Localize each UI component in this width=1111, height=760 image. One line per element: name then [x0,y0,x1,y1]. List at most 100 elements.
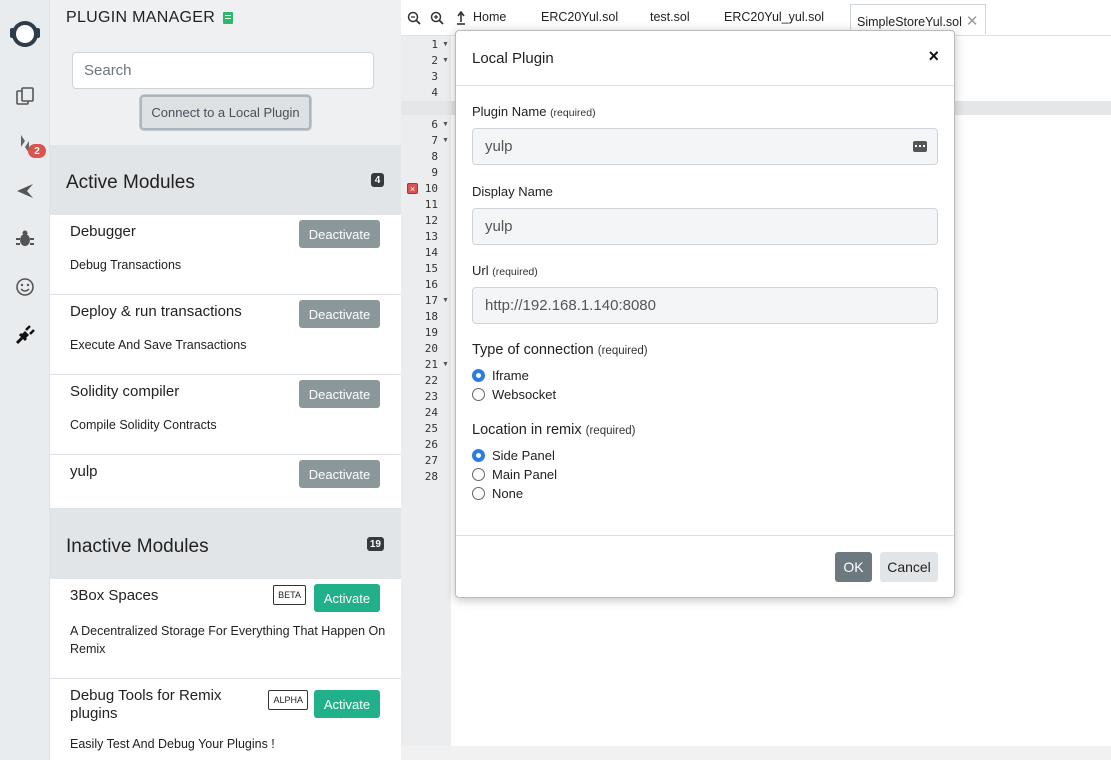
module-description: Easily Test And Debug Your Plugins ! [70,737,275,751]
close-tab-icon[interactable]: ✕ [966,13,979,30]
panel-header: PLUGIN MANAGER [66,9,234,27]
icon-bar: 2 [0,0,50,760]
dialog-title: Local Plugin [472,50,554,67]
radio-iframe[interactable]: Iframe [472,368,529,383]
display-name-label: Display Name [472,184,553,199]
plugin-icon[interactable] [0,315,50,355]
url-field[interactable]: http://192.168.1.140:8080 [472,287,938,324]
field-value: http://192.168.1.140:8080 [485,297,656,314]
display-name-field[interactable]: yulp [472,208,938,245]
radio-button[interactable] [472,369,485,382]
dialog-footer-divider [456,535,954,536]
module-name: yulp [70,463,98,480]
radio-button[interactable] [472,468,485,481]
required-note: (required) [597,345,648,357]
active-modules-header[interactable]: Active Modules 4 [50,145,401,215]
fold-arrow-icon[interactable]: ▼ [442,57,449,64]
fold-arrow-icon[interactable]: ▼ [442,297,449,304]
activate-button[interactable]: Activate [314,690,380,718]
home-icon[interactable] [454,11,468,25]
deactivate-button[interactable]: Deactivate [299,460,380,488]
deactivate-button[interactable]: Deactivate [299,380,380,408]
editor-gutter: 1▼2▼3456▼7▼8910×11121314151617▼18192021▼… [401,36,451,746]
line-number: 16 [424,278,438,291]
label-text: Type of connection [472,342,594,358]
radio-side-panel[interactable]: Side Panel [472,448,555,463]
module-description: A Decentralized Storage For Everything T… [70,624,386,656]
radio-button[interactable] [472,487,485,500]
plugin-manager-panel: PLUGIN MANAGER Connect to a Local Plugin… [50,0,401,760]
module-description: Debug Transactions [70,258,182,272]
debugger-icon[interactable] [0,219,50,259]
module-name: Debugger [70,223,136,240]
dialog-header: Local Plugin × [456,31,954,86]
module-solidity-compiler: Solidity compiler Deactivate Compile Sol… [50,375,401,455]
cancel-button[interactable]: Cancel [880,552,938,582]
solidity-compiler-icon[interactable]: 2 [0,124,50,164]
tab-test[interactable]: test.sol [650,10,690,24]
required-note: (required) [492,266,538,278]
file-explorer-icon[interactable] [0,76,50,116]
radio-label: Side Panel [492,448,555,463]
label-text: Url [472,263,489,278]
module-3box-spaces: 3Box Spaces BETA Activate A Decentralize… [50,579,401,679]
tab-home[interactable]: Home [473,10,506,24]
fold-arrow-icon[interactable]: ▼ [442,41,449,48]
required-note: (required) [550,107,596,119]
module-name: Debug Tools for Remix plugins [70,687,222,722]
smiley-icon[interactable] [0,267,50,307]
plugin-name-label: Plugin Name (required) [472,104,596,119]
line-number: 21 [424,358,438,371]
radio-button[interactable] [472,449,485,462]
line-number: 6 [431,118,438,131]
zoom-out-icon[interactable] [407,11,421,25]
radio-button[interactable] [472,388,485,401]
fold-arrow-icon[interactable]: ▼ [442,137,449,144]
connect-local-plugin-button[interactable]: Connect to a Local Plugin [140,95,311,130]
line-number: 2 [431,54,438,67]
line-number: 18 [424,310,438,323]
tab-erc20yul[interactable]: ERC20Yul.sol [541,10,618,24]
line-number: 26 [424,438,438,451]
module-name: Deploy & run transactions [70,303,242,320]
plugin-name-field[interactable]: yulp [472,128,938,165]
line-number: 23 [424,390,438,403]
line-number: 22 [424,374,438,387]
autofill-icon[interactable] [913,141,927,152]
line-number: 12 [424,214,438,227]
line-number: 8 [431,150,438,163]
line-number: 17 [424,294,438,307]
radio-main-panel[interactable]: Main Panel [472,467,557,482]
error-marker-icon[interactable]: × [407,183,418,194]
remix-logo-icon[interactable] [0,14,50,54]
line-number: 28 [424,470,438,483]
radio-websocket[interactable]: Websocket [472,387,556,402]
ok-button[interactable]: OK [835,552,872,582]
line-number: 13 [424,230,438,243]
fold-arrow-icon[interactable]: ▼ [442,121,449,128]
location-label: Location in remix (required) [472,422,636,438]
module-debug-tools: Debug Tools for Remix plugins ALPHA Acti… [50,679,401,760]
deploy-icon[interactable] [0,171,50,211]
line-number: 15 [424,262,438,275]
line-number: 24 [424,406,438,419]
close-icon[interactable]: × [928,46,939,67]
inactive-modules-header[interactable]: Inactive Modules 19 [50,509,401,579]
search-input[interactable] [72,52,374,89]
documentation-icon[interactable] [223,12,234,24]
fold-arrow-icon[interactable]: ▼ [442,361,449,368]
zoom-in-icon[interactable] [430,11,444,25]
url-label: Url (required) [472,263,538,278]
field-value: yulp [485,138,513,155]
radio-label: Iframe [492,368,529,383]
module-name: 3Box Spaces [70,587,159,604]
line-number: 25 [424,422,438,435]
activate-button[interactable]: Activate [314,584,380,612]
deactivate-button[interactable]: Deactivate [299,300,380,328]
horizontal-scrollbar[interactable] [401,746,1111,760]
line-number: 1 [431,38,438,51]
deactivate-button[interactable]: Deactivate [299,220,380,248]
radio-none[interactable]: None [472,486,523,501]
tab-erc20yul-yul[interactable]: ERC20Yul_yul.sol [724,10,824,24]
radio-label: Main Panel [492,467,558,482]
